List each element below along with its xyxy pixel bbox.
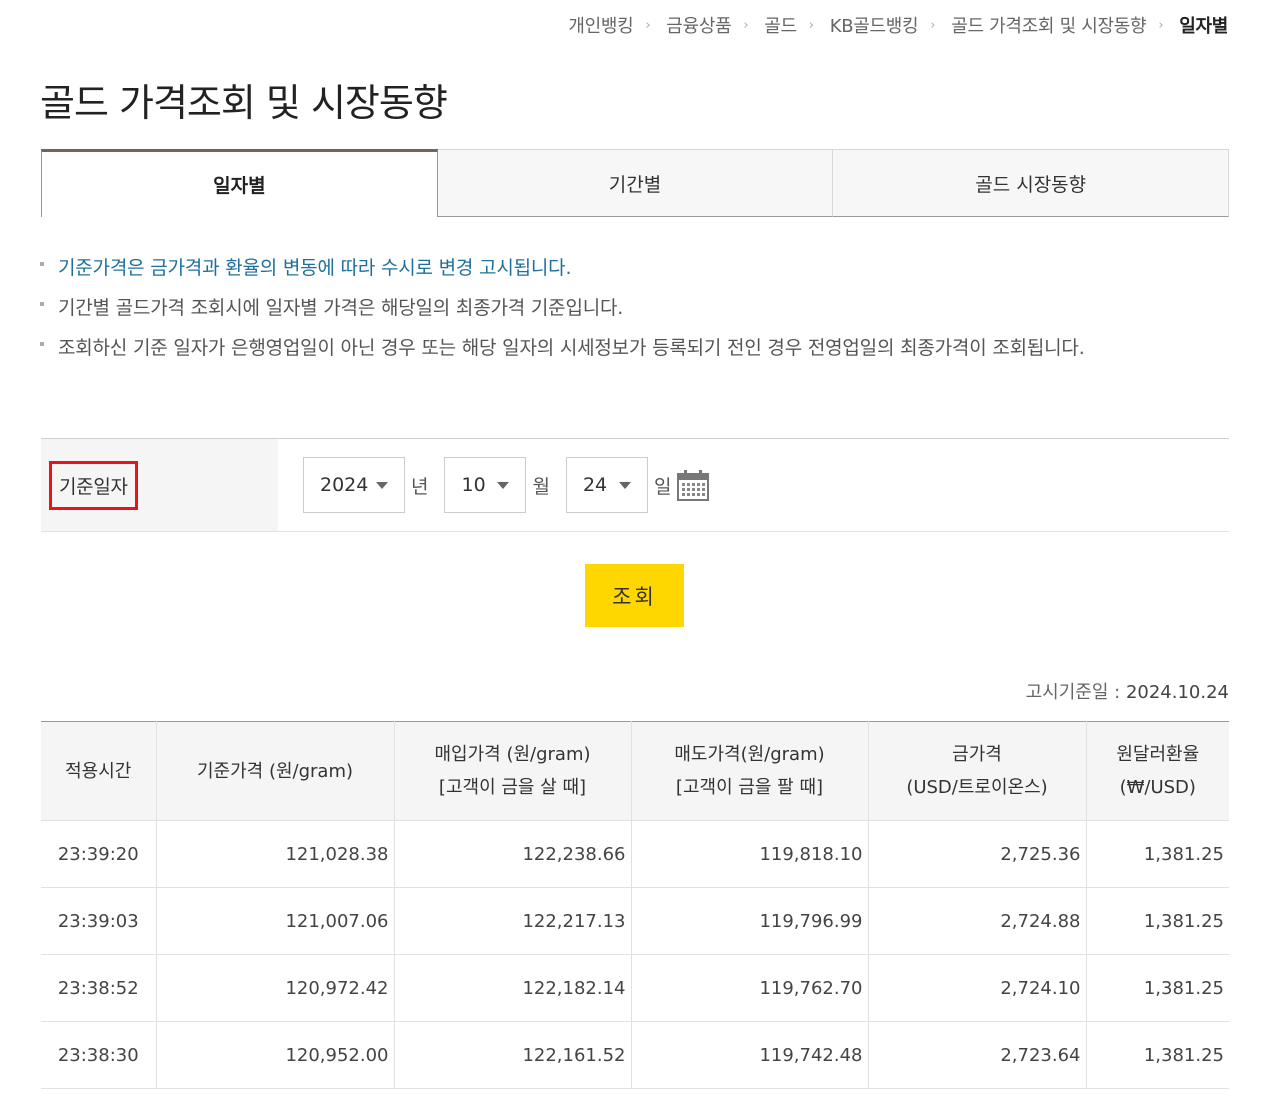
notice-item: 기간별 골드가격 조회시에 일자별 가격은 해당일의 최종가격 기준입니다.: [40, 292, 1230, 324]
cell-exchange-rate: 1,381.25: [1086, 820, 1229, 888]
date-fields: 2024 년 10 월 24 일: [278, 439, 710, 531]
table-row: 23:39:20 121,028.38 122,238.66 119,818.1…: [41, 820, 1229, 888]
col-header-time: 적용시간: [41, 721, 157, 821]
calendar-icon[interactable]: [677, 470, 710, 501]
cell-sell-price: 119,762.70: [631, 954, 869, 1022]
col-header-buy-price: 매입가격 (원/gram) [고객이 금을 살 때]: [394, 721, 632, 821]
cell-gold-price: 2,724.10: [868, 954, 1087, 1022]
breadcrumb-gold[interactable]: 골드: [764, 12, 797, 38]
notice-date: 고시기준일 : 2024.10.24: [1026, 678, 1229, 704]
tab-daily[interactable]: 일자별: [41, 149, 438, 217]
col-header-exchange-rate: 원달러환율 (₩/USD): [1086, 721, 1229, 821]
gold-price-table: 적용시간 기준가격 (원/gram) 매입가격 (원/gram) [고객이 금을 …: [41, 721, 1229, 1089]
tab-market-trend[interactable]: 골드 시장동향: [833, 149, 1230, 217]
day-unit: 일: [653, 475, 672, 498]
dropdown-arrow-icon: [497, 482, 510, 489]
search-label-cell: 기준일자: [41, 439, 278, 531]
table-row: 23:38:52 120,972.42 122,182.14 119,762.7…: [41, 954, 1229, 1022]
cell-base-price: 120,972.42: [156, 954, 395, 1022]
cell-exchange-rate: 1,381.25: [1086, 1021, 1229, 1089]
year-unit: 년: [411, 475, 429, 498]
cell-time: 23:38:52: [41, 954, 157, 1022]
tab-bar: 일자별 기간별 골드 시장동향: [41, 149, 1230, 217]
breadcrumb-gold-price[interactable]: 골드 가격조회 및 시장동향: [951, 12, 1146, 38]
chevron-right-icon: ›: [645, 17, 651, 33]
cell-sell-price: 119,796.99: [631, 887, 869, 955]
table-header-row: 적용시간 기준가격 (원/gram) 매입가격 (원/gram) [고객이 금을 …: [41, 721, 1229, 821]
cell-buy-price: 122,238.66: [394, 820, 632, 888]
day-value: 24: [582, 474, 608, 496]
year-value: 2024: [320, 474, 369, 496]
cell-base-price: 120,952.00: [156, 1021, 395, 1089]
breadcrumb-current: 일자별: [1179, 16, 1228, 37]
cell-sell-price: 119,742.48: [631, 1021, 869, 1089]
cell-buy-price: 122,182.14: [394, 954, 632, 1022]
cell-gold-price: 2,723.64: [868, 1021, 1087, 1089]
day-select[interactable]: 24: [565, 457, 648, 513]
cell-exchange-rate: 1,381.25: [1086, 954, 1229, 1022]
cell-time: 23:39:20: [41, 820, 157, 888]
cell-buy-price: 122,217.13: [394, 887, 632, 955]
cell-buy-price: 122,161.52: [394, 1021, 632, 1089]
date-search-row: 기준일자 2024 년 10 월 24 일: [41, 438, 1229, 532]
table-row: 23:39:03 121,007.06 122,217.13 119,796.9…: [41, 887, 1229, 955]
cell-time: 23:39:03: [41, 887, 157, 955]
search-button[interactable]: 조회: [585, 564, 684, 627]
chevron-right-icon: ›: [1158, 17, 1164, 33]
cell-exchange-rate: 1,381.25: [1086, 887, 1229, 955]
col-header-gold-price: 금가격 (USD/트로이온스): [868, 721, 1087, 821]
cell-time: 23:38:30: [41, 1021, 157, 1089]
breadcrumb-personal-banking[interactable]: 개인뱅킹: [568, 12, 633, 38]
notice-item: 조회하신 기준 일자가 은행영업일이 아닌 경우 또는 해당 일자의 시세정보가…: [40, 332, 1230, 364]
col-header-sell-price: 매도가격(원/gram) [고객이 금을 팔 때]: [631, 721, 869, 821]
notice-date-value: 2024.10.24: [1125, 682, 1229, 703]
year-select[interactable]: 2024: [303, 457, 405, 513]
base-date-label: 기준일자: [49, 461, 138, 510]
notice-date-label: 고시기준일 :: [1025, 682, 1126, 703]
month-unit: 월: [532, 475, 550, 498]
cell-base-price: 121,028.38: [156, 820, 395, 888]
breadcrumb-financial-products[interactable]: 금융상품: [666, 12, 731, 38]
month-select[interactable]: 10: [444, 457, 527, 513]
chevron-right-icon: ›: [930, 17, 936, 33]
col-header-base-price: 기준가격 (원/gram): [156, 721, 395, 821]
breadcrumb: 개인뱅킹 › 금융상품 › 골드 › KB골드뱅킹 › 골드 가격조회 및 시장…: [568, 12, 1228, 38]
cell-sell-price: 119,818.10: [631, 820, 869, 888]
cell-gold-price: 2,725.36: [868, 820, 1087, 888]
month-value: 10: [461, 474, 486, 496]
chevron-right-icon: ›: [743, 17, 749, 33]
dropdown-arrow-icon: [376, 482, 388, 489]
breadcrumb-kb-gold-banking[interactable]: KB골드뱅킹: [830, 12, 919, 38]
page: 개인뱅킹 › 금융상품 › 골드 › KB골드뱅킹 › 골드 가격조회 및 시장…: [0, 0, 1274, 1095]
notice-item: 기준가격은 금가격과 환율의 변동에 따라 수시로 변경 고시됩니다.: [40, 252, 1230, 284]
table-row: 23:38:30 120,952.00 122,161.52 119,742.4…: [41, 1021, 1229, 1089]
chevron-right-icon: ›: [808, 17, 814, 33]
dropdown-arrow-icon: [618, 482, 631, 489]
cell-gold-price: 2,724.88: [868, 887, 1087, 955]
page-title: 골드 가격조회 및 시장동향: [40, 81, 448, 125]
tab-period[interactable]: 기간별: [437, 149, 834, 217]
notice-list: 기준가격은 금가격과 환율의 변동에 따라 수시로 변경 고시됩니다. 기간별 …: [40, 252, 1230, 372]
cell-base-price: 121,007.06: [156, 887, 395, 955]
